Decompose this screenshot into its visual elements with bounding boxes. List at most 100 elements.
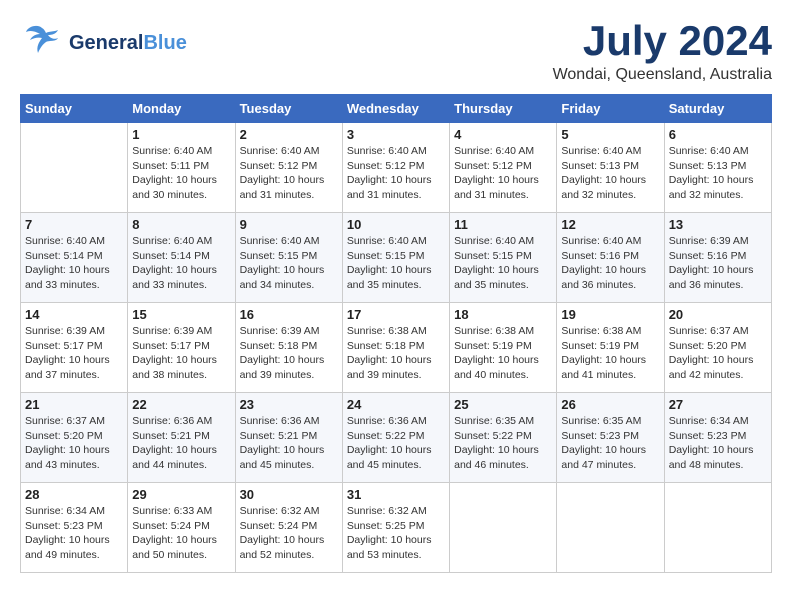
calendar-cell: 9 Sunrise: 6:40 AMSunset: 5:15 PMDaylight… bbox=[235, 213, 342, 303]
day-info: Sunrise: 6:35 AMSunset: 5:23 PMDaylight:… bbox=[561, 414, 659, 473]
title-block: July 2024 Wondai, Queensland, Australia bbox=[553, 20, 772, 84]
calendar-cell: 1Sunrise: 6:40 AMSunset: 5:11 PMDaylight… bbox=[128, 123, 235, 213]
day-info: Sunrise: 6:36 AMSunset: 5:21 PMDaylight:… bbox=[132, 414, 230, 473]
day-number: 9 bbox=[240, 217, 338, 232]
calendar-cell: 30 Sunrise: 6:32 AMSunset: 5:24 PMDayligh… bbox=[235, 483, 342, 573]
day-info: Sunrise: 6:39 AMSunset: 5:17 PMDaylight:… bbox=[132, 324, 230, 383]
calendar-cell: 20 Sunrise: 6:37 AMSunset: 5:20 PMDayligh… bbox=[664, 303, 771, 393]
calendar-cell: 8 Sunrise: 6:40 AMSunset: 5:14 PMDaylight… bbox=[128, 213, 235, 303]
day-info: Sunrise: 6:36 AMSunset: 5:21 PMDaylight:… bbox=[240, 414, 338, 473]
calendar-cell: 24 Sunrise: 6:36 AMSunset: 5:22 PMDayligh… bbox=[342, 393, 449, 483]
calendar-cell: 15Sunrise: 6:39 AMSunset: 5:17 PMDayligh… bbox=[128, 303, 235, 393]
day-info: Sunrise: 6:32 AMSunset: 5:24 PMDaylight:… bbox=[240, 504, 338, 563]
day-number: 26 bbox=[561, 397, 659, 412]
calendar-cell bbox=[450, 483, 557, 573]
day-number: 11 bbox=[454, 217, 552, 232]
location: Wondai, Queensland, Australia bbox=[553, 66, 772, 84]
calendar-cell: 17 Sunrise: 6:38 AMSunset: 5:18 PMDayligh… bbox=[342, 303, 449, 393]
day-info: Sunrise: 6:40 AMSunset: 5:15 PMDaylight:… bbox=[240, 234, 338, 293]
day-info: Sunrise: 6:40 AMSunset: 5:12 PMDaylight:… bbox=[240, 144, 338, 203]
calendar-cell: 31 Sunrise: 6:32 AMSunset: 5:25 PMDayligh… bbox=[342, 483, 449, 573]
day-number: 29 bbox=[132, 487, 230, 502]
calendar-cell: 10 Sunrise: 6:40 AMSunset: 5:15 PMDayligh… bbox=[342, 213, 449, 303]
day-info: Sunrise: 6:37 AMSunset: 5:20 PMDaylight:… bbox=[669, 324, 767, 383]
day-info: Sunrise: 6:36 AMSunset: 5:22 PMDaylight:… bbox=[347, 414, 445, 473]
day-number: 16 bbox=[240, 307, 338, 322]
day-info: Sunrise: 6:38 AMSunset: 5:19 PMDaylight:… bbox=[454, 324, 552, 383]
day-number: 8 bbox=[132, 217, 230, 232]
day-info: Sunrise: 6:40 AMSunset: 5:12 PMDaylight:… bbox=[454, 144, 552, 203]
day-info: Sunrise: 6:40 AMSunset: 5:13 PMDaylight:… bbox=[669, 144, 767, 203]
day-number: 1 bbox=[132, 127, 230, 142]
calendar-week-2: 7 Sunrise: 6:40 AMSunset: 5:14 PMDaylight… bbox=[21, 213, 772, 303]
calendar-cell bbox=[664, 483, 771, 573]
calendar-cell: 12 Sunrise: 6:40 AMSunset: 5:16 PMDayligh… bbox=[557, 213, 664, 303]
day-number: 2 bbox=[240, 127, 338, 142]
calendar-week-1: 1Sunrise: 6:40 AMSunset: 5:11 PMDaylight… bbox=[21, 123, 772, 213]
calendar-cell: 25 Sunrise: 6:35 AMSunset: 5:22 PMDayligh… bbox=[450, 393, 557, 483]
logo-general: GeneralBlue bbox=[69, 32, 187, 54]
day-info: Sunrise: 6:40 AMSunset: 5:16 PMDaylight:… bbox=[561, 234, 659, 293]
day-number: 5 bbox=[561, 127, 659, 142]
day-info: Sunrise: 6:40 AMSunset: 5:13 PMDaylight:… bbox=[561, 144, 659, 203]
day-info: Sunrise: 6:38 AMSunset: 5:18 PMDaylight:… bbox=[347, 324, 445, 383]
day-info: Sunrise: 6:35 AMSunset: 5:22 PMDaylight:… bbox=[454, 414, 552, 473]
calendar-cell: 3 Sunrise: 6:40 AMSunset: 5:12 PMDaylight… bbox=[342, 123, 449, 213]
weekday-header-friday: Friday bbox=[557, 95, 664, 123]
calendar-cell: 5 Sunrise: 6:40 AMSunset: 5:13 PMDaylight… bbox=[557, 123, 664, 213]
day-info: Sunrise: 6:40 AMSunset: 5:15 PMDaylight:… bbox=[347, 234, 445, 293]
calendar-cell: 26 Sunrise: 6:35 AMSunset: 5:23 PMDayligh… bbox=[557, 393, 664, 483]
day-info: Sunrise: 6:37 AMSunset: 5:20 PMDaylight:… bbox=[25, 414, 123, 473]
day-number: 28 bbox=[25, 487, 123, 502]
day-number: 10 bbox=[347, 217, 445, 232]
day-number: 23 bbox=[240, 397, 338, 412]
day-number: 19 bbox=[561, 307, 659, 322]
weekday-header-thursday: Thursday bbox=[450, 95, 557, 123]
calendar-cell: 18 Sunrise: 6:38 AMSunset: 5:19 PMDayligh… bbox=[450, 303, 557, 393]
day-info: Sunrise: 6:39 AMSunset: 5:17 PMDaylight:… bbox=[25, 324, 123, 383]
calendar-week-3: 14Sunrise: 6:39 AMSunset: 5:17 PMDayligh… bbox=[21, 303, 772, 393]
calendar-cell: 21 Sunrise: 6:37 AMSunset: 5:20 PMDayligh… bbox=[21, 393, 128, 483]
calendar-cell: 7 Sunrise: 6:40 AMSunset: 5:14 PMDaylight… bbox=[21, 213, 128, 303]
calendar-cell: 28 Sunrise: 6:34 AMSunset: 5:23 PMDayligh… bbox=[21, 483, 128, 573]
day-number: 3 bbox=[347, 127, 445, 142]
calendar-cell: 6 Sunrise: 6:40 AMSunset: 5:13 PMDaylight… bbox=[664, 123, 771, 213]
day-number: 17 bbox=[347, 307, 445, 322]
calendar-cell: 19Sunrise: 6:38 AMSunset: 5:19 PMDayligh… bbox=[557, 303, 664, 393]
day-info: Sunrise: 6:33 AMSunset: 5:24 PMDaylight:… bbox=[132, 504, 230, 563]
month-year: July 2024 bbox=[553, 20, 772, 62]
calendar-cell: 22 Sunrise: 6:36 AMSunset: 5:21 PMDayligh… bbox=[128, 393, 235, 483]
logo-text-block: GeneralBlue bbox=[69, 32, 187, 54]
day-number: 12 bbox=[561, 217, 659, 232]
day-info: Sunrise: 6:39 AMSunset: 5:16 PMDaylight:… bbox=[669, 234, 767, 293]
day-info: Sunrise: 6:40 AMSunset: 5:12 PMDaylight:… bbox=[347, 144, 445, 203]
day-info: Sunrise: 6:40 AMSunset: 5:14 PMDaylight:… bbox=[132, 234, 230, 293]
day-number: 18 bbox=[454, 307, 552, 322]
day-number: 30 bbox=[240, 487, 338, 502]
page-header: GeneralBlue July 2024 Wondai, Queensland… bbox=[20, 20, 772, 84]
logo-icon bbox=[20, 20, 65, 65]
day-info: Sunrise: 6:32 AMSunset: 5:25 PMDaylight:… bbox=[347, 504, 445, 563]
logo: GeneralBlue bbox=[20, 20, 187, 65]
day-number: 22 bbox=[132, 397, 230, 412]
weekday-header-sunday: Sunday bbox=[21, 95, 128, 123]
calendar-cell: 11 Sunrise: 6:40 AMSunset: 5:15 PMDayligh… bbox=[450, 213, 557, 303]
day-info: Sunrise: 6:34 AMSunset: 5:23 PMDaylight:… bbox=[25, 504, 123, 563]
day-info: Sunrise: 6:40 AMSunset: 5:15 PMDaylight:… bbox=[454, 234, 552, 293]
day-info: Sunrise: 6:39 AMSunset: 5:18 PMDaylight:… bbox=[240, 324, 338, 383]
calendar-cell: 2 Sunrise: 6:40 AMSunset: 5:12 PMDaylight… bbox=[235, 123, 342, 213]
day-number: 6 bbox=[669, 127, 767, 142]
weekday-header-monday: Monday bbox=[128, 95, 235, 123]
day-number: 24 bbox=[347, 397, 445, 412]
day-number: 21 bbox=[25, 397, 123, 412]
day-number: 20 bbox=[669, 307, 767, 322]
day-info: Sunrise: 6:34 AMSunset: 5:23 PMDaylight:… bbox=[669, 414, 767, 473]
day-number: 31 bbox=[347, 487, 445, 502]
weekday-header-wednesday: Wednesday bbox=[342, 95, 449, 123]
day-info: Sunrise: 6:40 AMSunset: 5:14 PMDaylight:… bbox=[25, 234, 123, 293]
calendar-cell: 29 Sunrise: 6:33 AMSunset: 5:24 PMDayligh… bbox=[128, 483, 235, 573]
day-number: 25 bbox=[454, 397, 552, 412]
day-number: 7 bbox=[25, 217, 123, 232]
day-number: 4 bbox=[454, 127, 552, 142]
calendar-cell: 4 Sunrise: 6:40 AMSunset: 5:12 PMDaylight… bbox=[450, 123, 557, 213]
